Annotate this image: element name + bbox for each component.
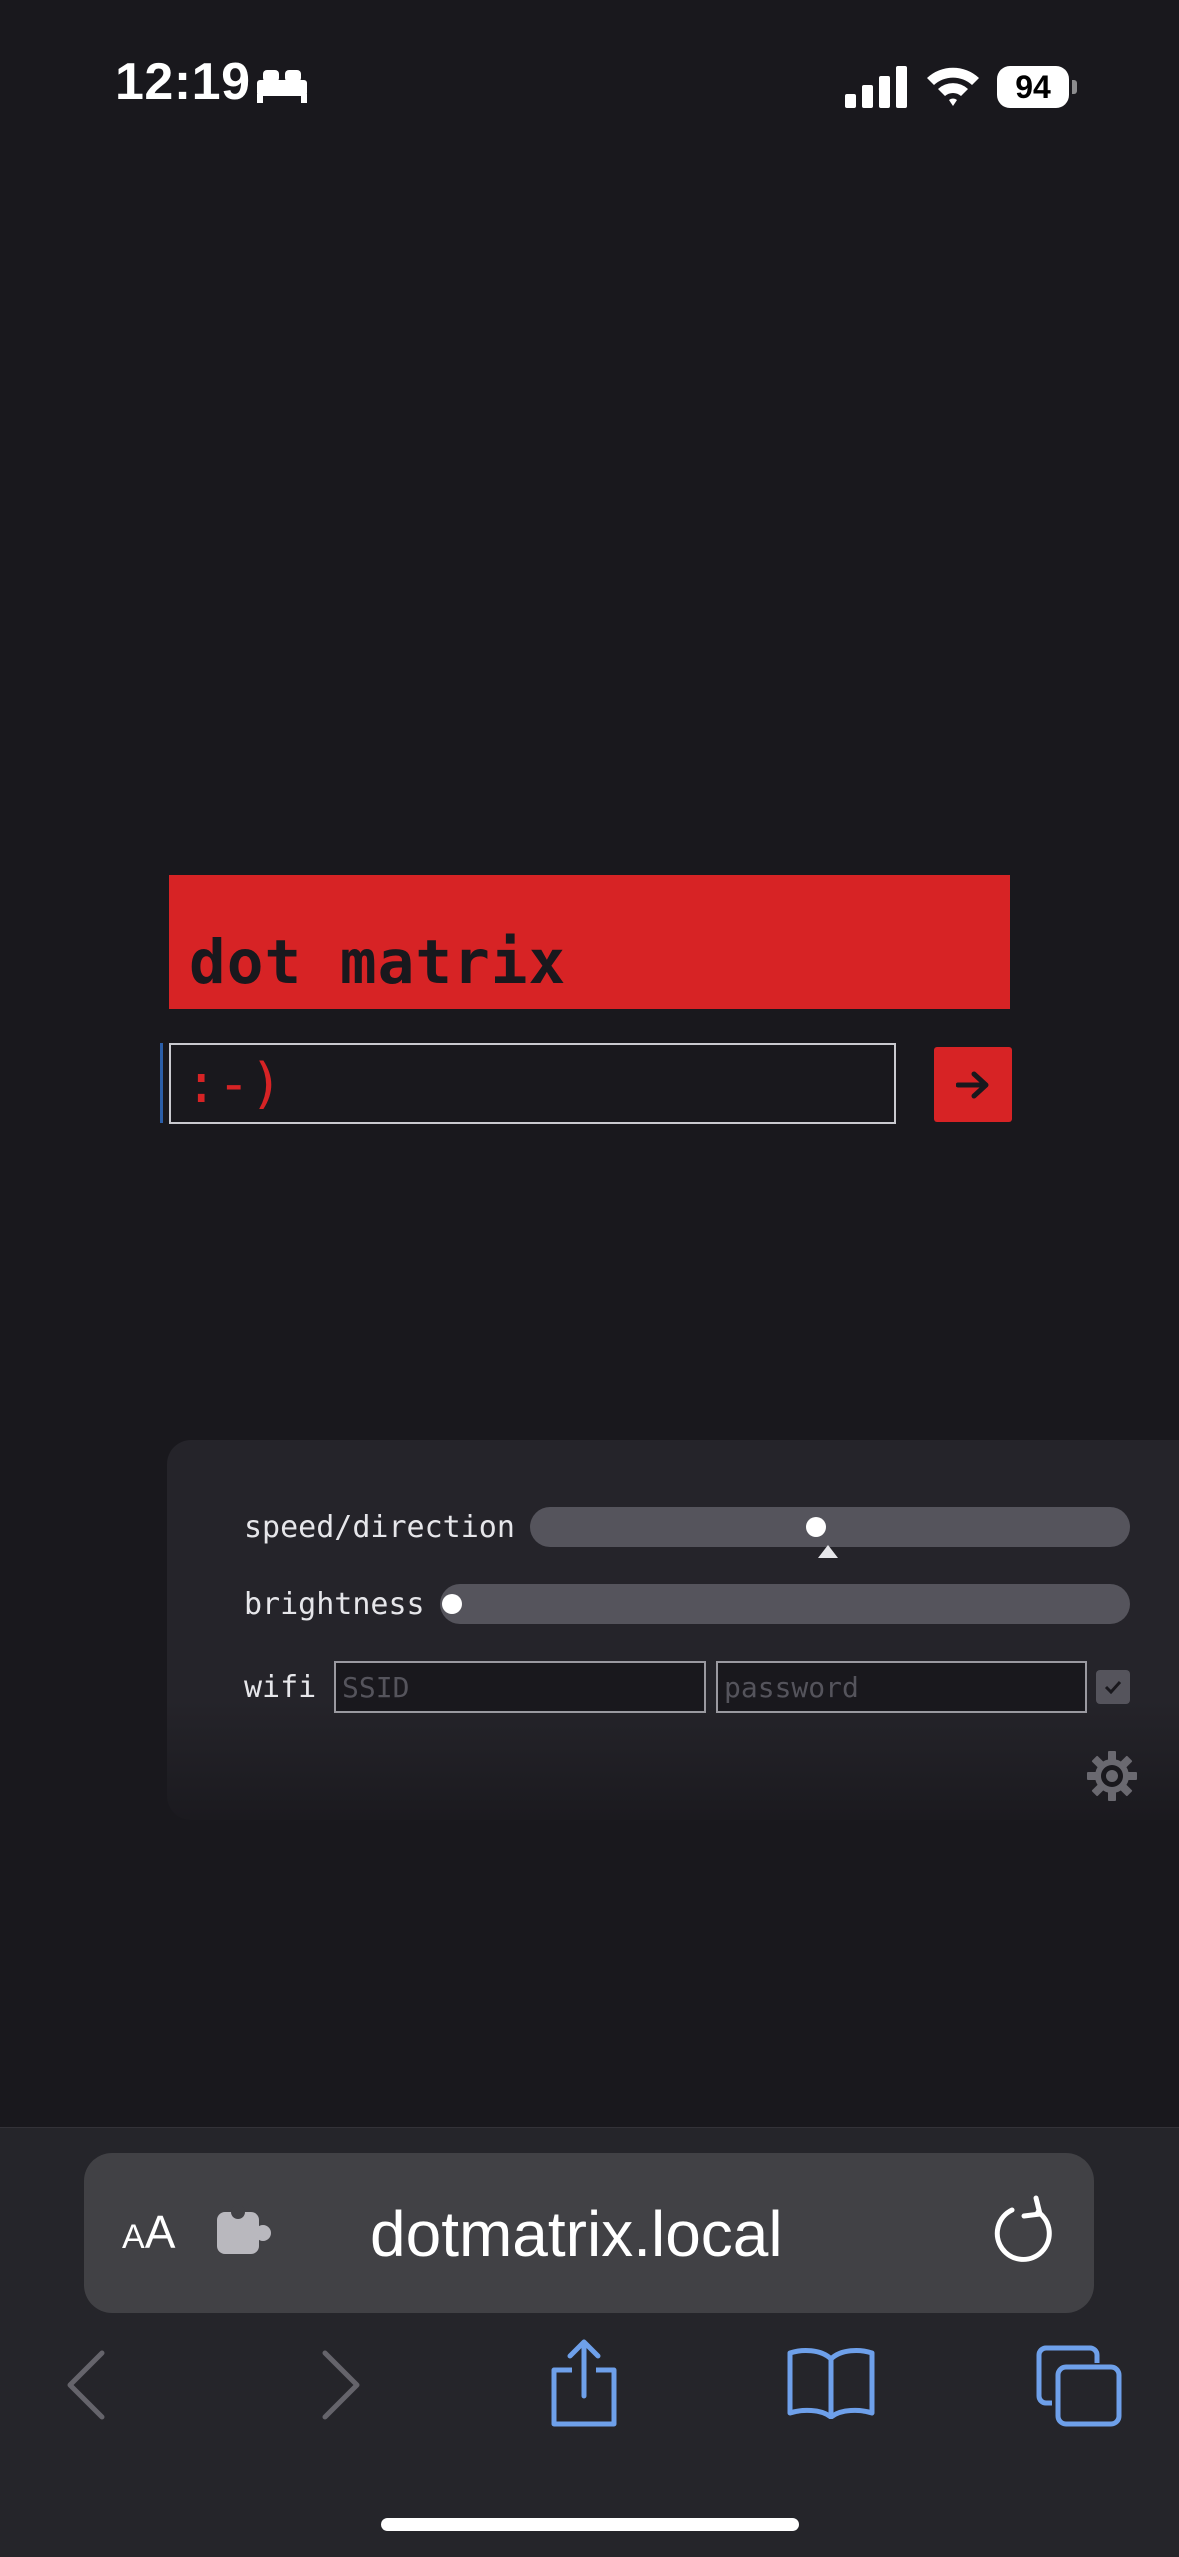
share-icon[interactable] bbox=[548, 2338, 620, 2428]
back-chevron-icon[interactable] bbox=[62, 2345, 112, 2425]
arrow-right-icon bbox=[956, 1071, 989, 1098]
wifi-label: wifi bbox=[244, 1670, 317, 1705]
aa-large: A bbox=[144, 2206, 176, 2258]
ssid-input[interactable] bbox=[334, 1661, 706, 1713]
tabs-overview-icon[interactable] bbox=[1036, 2345, 1122, 2427]
brightness-label: brightness bbox=[244, 1587, 425, 1622]
url-text[interactable]: dotmatrix.local bbox=[370, 2194, 783, 2274]
dot-matrix-banner: dot matrix bbox=[169, 875, 1010, 1009]
cellular-signal-icon bbox=[845, 66, 907, 108]
checkmark-icon bbox=[1104, 1680, 1122, 1694]
brightness-slider[interactable] bbox=[440, 1584, 1130, 1624]
extension-puzzle-icon[interactable] bbox=[215, 2206, 275, 2258]
focus-caret bbox=[160, 1043, 163, 1123]
brightness-slider-thumb[interactable] bbox=[442, 1594, 462, 1614]
speed-center-marker bbox=[818, 1545, 838, 1558]
speed-slider[interactable] bbox=[530, 1507, 1130, 1547]
speed-label: speed/direction bbox=[244, 1510, 515, 1545]
bookmarks-book-icon[interactable] bbox=[786, 2345, 876, 2419]
battery-indicator: 94 bbox=[997, 66, 1077, 108]
aa-small: A bbox=[122, 2218, 145, 2256]
sleep-focus-icon bbox=[257, 70, 307, 103]
message-input[interactable] bbox=[169, 1043, 896, 1124]
home-indicator[interactable] bbox=[381, 2518, 799, 2531]
gear-icon[interactable] bbox=[1086, 1750, 1138, 1802]
status-time: 12:19 bbox=[115, 53, 251, 111]
panel-fade bbox=[167, 1700, 1179, 1840]
battery-level: 94 bbox=[1015, 69, 1051, 105]
wifi-icon bbox=[927, 67, 979, 106]
wifi-submit-checkbox[interactable] bbox=[1096, 1670, 1130, 1704]
password-input[interactable] bbox=[716, 1661, 1087, 1713]
send-button[interactable] bbox=[934, 1047, 1012, 1122]
reader-aa-button[interactable]: AA bbox=[122, 2197, 202, 2267]
reload-icon[interactable] bbox=[992, 2194, 1058, 2266]
speed-slider-thumb[interactable] bbox=[806, 1517, 826, 1537]
banner-title: dot matrix bbox=[189, 927, 567, 998]
forward-chevron-icon[interactable] bbox=[315, 2345, 365, 2425]
